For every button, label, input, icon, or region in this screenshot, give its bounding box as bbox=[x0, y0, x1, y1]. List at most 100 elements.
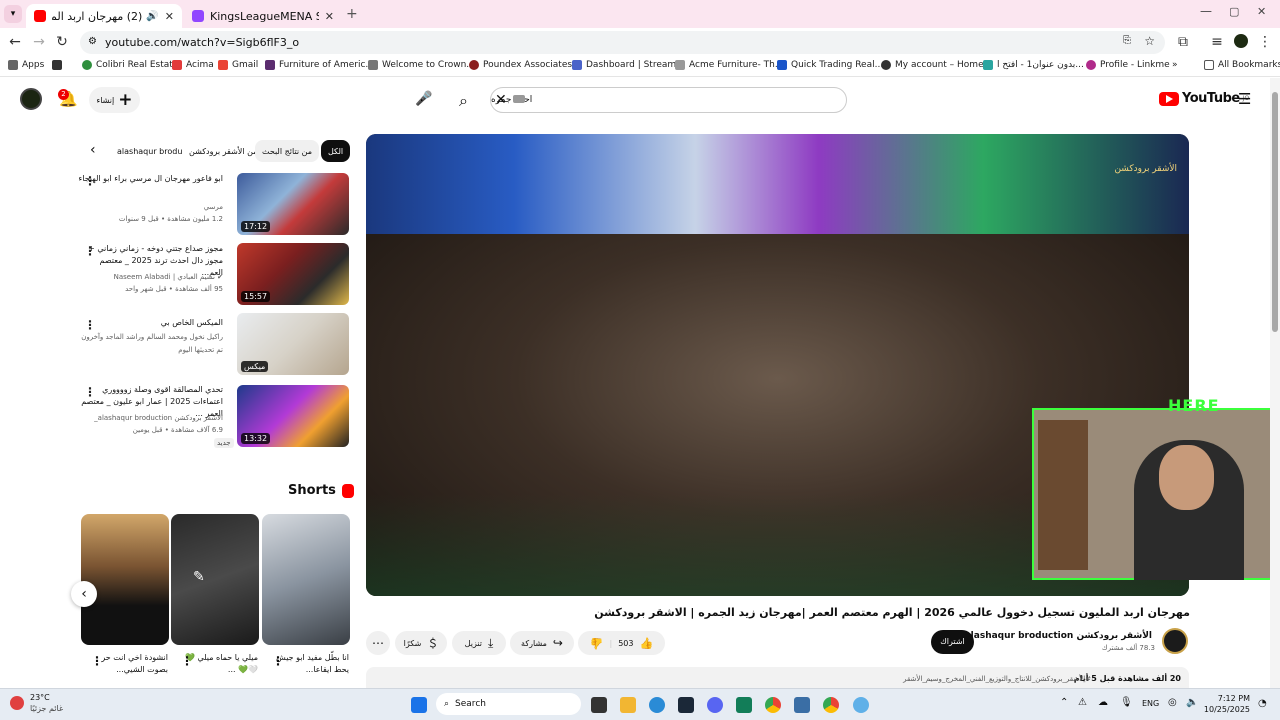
reading-list-icon[interactable]: ≡ bbox=[1208, 33, 1226, 51]
rec-thumbnail[interactable]: ميكس bbox=[237, 313, 349, 375]
download-button[interactable]: تنزيل ⤓ bbox=[452, 631, 506, 655]
bookmark-crown[interactable]: Welcome to Crown... bbox=[368, 60, 475, 70]
grid-bookmark[interactable] bbox=[52, 60, 66, 70]
windows-start-icon[interactable] bbox=[411, 697, 427, 713]
edge-icon[interactable] bbox=[649, 697, 665, 713]
short-thumbnail[interactable] bbox=[81, 514, 169, 645]
steam-icon[interactable] bbox=[678, 697, 694, 713]
rec-channel[interactable]: الأشقر برودكشن alashaqur broduction_ bbox=[77, 413, 223, 424]
chip-from-channel[interactable]: من الأشقر برودكشن bbox=[182, 140, 265, 162]
site-info-icon[interactable]: ⚙ bbox=[88, 36, 97, 47]
thanks-button[interactable]: شكرًا ＄ bbox=[395, 631, 447, 655]
rec-channel[interactable]: راكيل نخول ومحمد السالم وراشد الماجد وآخ… bbox=[77, 332, 223, 343]
bookmark-my-account[interactable]: My account – Home... bbox=[881, 60, 992, 70]
chrome-profile-icon[interactable] bbox=[823, 697, 839, 713]
forward-icon[interactable]: → bbox=[30, 33, 48, 51]
volume-icon[interactable]: 🔈 bbox=[1186, 697, 1198, 708]
taskbar-search[interactable]: ⌕ Search bbox=[436, 693, 581, 715]
tray-app-icon[interactable]: ⚠ bbox=[1078, 697, 1087, 708]
weather-widget[interactable]: 23°C غائم جزئيًا bbox=[10, 692, 63, 714]
app-icon[interactable] bbox=[853, 697, 869, 713]
bookmark-poundex[interactable]: Poundex Associates... bbox=[469, 60, 581, 70]
share-button[interactable]: مشاركة ↪ bbox=[510, 631, 574, 655]
tab-search-button[interactable]: ▾ bbox=[4, 5, 22, 23]
close-tab-icon[interactable]: ✕ bbox=[165, 10, 174, 23]
scrollbar-thumb[interactable] bbox=[1272, 92, 1278, 332]
bookmark-colibri[interactable]: Colibri Real Estate bbox=[82, 60, 178, 70]
bookmark-furniture[interactable]: Furniture of Americ... bbox=[265, 60, 374, 70]
back-icon[interactable]: ← bbox=[6, 33, 24, 51]
discord-icon[interactable] bbox=[707, 697, 723, 713]
reload-icon[interactable]: ↻ bbox=[53, 33, 71, 51]
subscribe-button[interactable]: اشتراك bbox=[931, 630, 974, 654]
app-icon[interactable] bbox=[736, 697, 752, 713]
like-icon[interactable]: 👍 bbox=[639, 637, 653, 650]
channel-name[interactable]: الأشقر برودكشن alashaqur broduction_ bbox=[950, 631, 1152, 641]
minimize-button[interactable]: — bbox=[1200, 4, 1212, 18]
bookmark-dashboard[interactable]: Dashboard | Stream... bbox=[572, 60, 685, 70]
bookmark-star-icon[interactable]: ☆ bbox=[1144, 34, 1155, 48]
notification-center-icon[interactable]: ◔ bbox=[1258, 698, 1267, 709]
task-view-icon[interactable] bbox=[591, 697, 607, 713]
clear-search-icon[interactable]: ✕ bbox=[495, 92, 507, 108]
chrome-icon[interactable] bbox=[765, 697, 781, 713]
clock[interactable]: 7:12 PM 10/25/2025 bbox=[1200, 693, 1250, 715]
short-thumbnail[interactable]: ✎ bbox=[171, 514, 259, 645]
install-icon[interactable]: ⎘ bbox=[1123, 35, 1131, 46]
keyboard-icon[interactable] bbox=[513, 95, 525, 103]
chip-all[interactable]: الكل bbox=[321, 140, 351, 162]
chip-from-search[interactable]: من نتائج البحث bbox=[255, 140, 320, 162]
chip-prev-icon[interactable]: ‹ bbox=[90, 142, 96, 158]
channel-avatar[interactable] bbox=[20, 88, 42, 110]
close-tab-icon[interactable]: ✕ bbox=[325, 10, 334, 23]
extensions-icon[interactable]: ⧉ bbox=[1174, 33, 1192, 51]
bookmark-quick-trading[interactable]: Quick Trading Real... bbox=[777, 60, 883, 70]
bookmark-gmail[interactable]: Gmail bbox=[218, 60, 258, 70]
network-icon[interactable]: ◎ bbox=[1168, 697, 1177, 708]
bookmark-acima[interactable]: Acima bbox=[172, 60, 214, 70]
short-thumbnail[interactable] bbox=[262, 514, 350, 645]
short-menu-icon[interactable]: ⋮ bbox=[181, 654, 193, 668]
rec-thumbnail[interactable]: 17:12 bbox=[237, 173, 349, 235]
menu-icon[interactable]: ⋮ bbox=[1256, 33, 1274, 51]
rec-thumbnail[interactable]: 13:32 bbox=[237, 385, 349, 447]
speaker-icon[interactable]: 🔊 bbox=[146, 11, 158, 22]
app-window-icon[interactable] bbox=[794, 697, 810, 713]
create-button[interactable]: إنشاء + bbox=[89, 87, 140, 113]
page-scrollbar[interactable] bbox=[1270, 78, 1280, 688]
tray-app-icon[interactable]: ☁ bbox=[1098, 697, 1108, 708]
maximize-button[interactable]: ▢ bbox=[1229, 5, 1239, 18]
bookmark-acme[interactable]: Acme Furniture- Th... bbox=[675, 60, 783, 70]
tab-kingsleague[interactable]: KingsLeagueMENA Stream - W ✕ bbox=[184, 4, 342, 28]
voice-search-icon[interactable]: 🎤 bbox=[413, 87, 435, 111]
rec-channel[interactable]: مرسي bbox=[77, 202, 223, 213]
apps-bookmark[interactable]: Apps bbox=[8, 60, 44, 70]
rec-title[interactable]: الميكس الخاص بي bbox=[77, 317, 223, 329]
tray-overflow-icon[interactable]: ⌃ bbox=[1060, 697, 1068, 708]
file-explorer-icon[interactable] bbox=[620, 697, 636, 713]
shorts-prev-button[interactable]: ‹ bbox=[71, 581, 97, 607]
bookmark-linkme[interactable]: Profile - Linkme bbox=[1086, 60, 1170, 70]
profile-avatar[interactable] bbox=[1234, 34, 1248, 48]
youtube-logo[interactable]: YouTube JO bbox=[1159, 91, 1249, 106]
rec-thumbnail[interactable]: 15:57 bbox=[237, 243, 349, 305]
tray-app-icon[interactable]: 🎙 bbox=[1120, 697, 1133, 708]
language-indicator[interactable]: ENG bbox=[1142, 699, 1159, 708]
bookmark-untitled[interactable]: بدون عنوان1 - افتح ا... bbox=[983, 60, 1084, 70]
rec-channel[interactable]: ✔ نسيم العبادي | Naseem Alabadi bbox=[77, 272, 223, 283]
more-actions-button[interactable]: ⋯ bbox=[366, 631, 390, 655]
rec-title[interactable]: ابو فاعور مهرجان ال مرسي براء ابو الهيجا… bbox=[77, 173, 224, 185]
close-window-button[interactable]: ✕ bbox=[1257, 5, 1266, 18]
more-bookmarks-icon[interactable]: » bbox=[1172, 60, 1178, 70]
address-bar[interactable]: ⚙ youtube.com/watch?v=Sigb6flF3_o ⎘ ☆ bbox=[80, 31, 1165, 54]
channel-owner-avatar[interactable] bbox=[1162, 628, 1188, 654]
tab-youtube[interactable]: (2) مهرجان اربد المليون تس 🔊 ✕ bbox=[26, 4, 182, 28]
search-box[interactable]: احمد جمره ⌕ ✕ bbox=[459, 87, 847, 113]
dislike-icon[interactable]: 👍 bbox=[590, 637, 604, 650]
all-bookmarks[interactable]: All Bookmarks bbox=[1204, 60, 1280, 70]
hamburger-menu-icon[interactable]: ☰ bbox=[1238, 90, 1251, 108]
search-icon[interactable]: ⌕ bbox=[459, 91, 468, 111]
short-menu-icon[interactable]: ⋮ bbox=[91, 654, 103, 668]
new-tab-button[interactable]: + bbox=[346, 6, 358, 22]
short-menu-icon[interactable]: ⋮ bbox=[272, 654, 284, 668]
